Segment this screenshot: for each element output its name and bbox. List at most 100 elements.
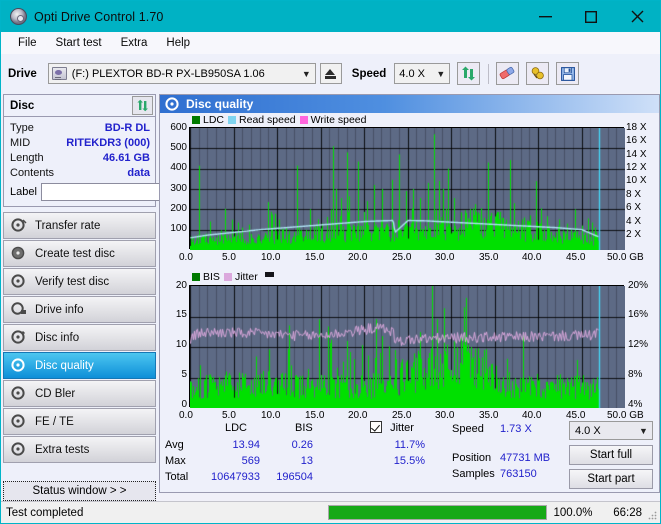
readout-speed-value: 1.73 X [500, 423, 532, 435]
panel-header: Disc quality [160, 95, 659, 113]
legend-label: Jitter [234, 271, 258, 283]
start-full-button[interactable]: Start full [569, 445, 653, 465]
eject-button[interactable] [319, 63, 342, 84]
disc-mid-label: MID [10, 136, 31, 149]
sidebar-item-disc-quality[interactable]: Disc quality [3, 352, 156, 379]
resize-grip-icon[interactable] [647, 510, 657, 520]
jitter-checkbox[interactable] [370, 421, 382, 433]
disc-quality-panel: Disc quality LDC Read speed Write speed … [159, 94, 660, 493]
tools-button[interactable] [526, 62, 550, 85]
stats-col-ldc-header: LDC [225, 422, 248, 434]
erase-button[interactable] [496, 62, 520, 85]
readout-position-value: 47731 MB [500, 452, 551, 464]
stats-row-avg-label: Avg [165, 439, 184, 451]
speed-label: Speed [351, 67, 387, 80]
menu-help[interactable]: Help [158, 35, 201, 51]
menu-extra[interactable]: Extra [113, 35, 159, 51]
sidebar-item-label: CD Bler [35, 387, 76, 400]
bot-y2tick-8pct: 8% [628, 369, 643, 380]
top-y2tick-18x: 18 X [626, 122, 647, 133]
disc-type-value: BD-R DL [104, 121, 150, 134]
jitter-checkbox-wrap[interactable]: Jitter [370, 421, 414, 434]
top-ytick-400: 400 [170, 162, 187, 173]
top-y2tick-14x: 14 X [626, 149, 647, 160]
sidebar-item-transfer-rate[interactable]: Transfer rate [3, 212, 156, 239]
sidebar-item-disc-info[interactable]: Disc info [3, 324, 156, 351]
refresh-button[interactable] [457, 62, 481, 85]
main-area: Disc Type BD-R DL MID RITEKDR3 (000) Len… [1, 93, 660, 501]
legend-swatch [192, 273, 200, 281]
top-chart-canvas [190, 128, 625, 250]
top-xtick-0: 0.0 [179, 252, 193, 263]
disc-length-value: 46.61 GB [102, 151, 150, 164]
top-ytick-100: 100 [170, 223, 187, 234]
menu-file[interactable]: File [10, 35, 48, 51]
sidebar-item-label: Drive info [35, 303, 84, 316]
bottom-chart-plot [189, 285, 625, 408]
stats-max-bis: 13 [300, 455, 313, 467]
top-ytick-600: 600 [170, 122, 187, 133]
drive-select[interactable]: (F:) PLEXTOR BD-R PX-LB950SA 1.06 ▼ [47, 63, 316, 84]
disc-label-row: Label [10, 182, 244, 202]
progress-percent: 100.0% [553, 506, 593, 519]
disc-scan-icon [11, 218, 28, 233]
stats-col-bis-header: BIS [295, 422, 313, 434]
top-y2tick-6x: 6 X [626, 202, 642, 213]
menu-start-test[interactable]: Start test [48, 35, 113, 51]
legend-write-speed: Write speed [299, 114, 367, 126]
disc-fete-icon [11, 414, 28, 429]
test-speed-select[interactable]: 4.0 X ▼ [569, 421, 653, 440]
bottom-chart-legend: BIS Jitter [192, 271, 274, 283]
start-part-button[interactable]: Start part [569, 469, 653, 489]
disc-quality-icon [11, 358, 28, 373]
sidebar-item-cd-bler[interactable]: CD Bler [3, 380, 156, 407]
stats-max-jitter: 15.5% [393, 455, 425, 467]
sidebar-item-drive-info[interactable]: Drive info [3, 296, 156, 323]
speed-select-value: 4.0 X [399, 67, 425, 80]
bot-y2tick-16pct: 16% [628, 309, 649, 320]
eject-icon [325, 68, 336, 75]
tools-icon [531, 67, 544, 80]
stats-avg-bis: 0.26 [291, 439, 313, 451]
jitter-label: Jitter [390, 422, 414, 434]
sidebar-item-fe-te[interactable]: FE / TE [3, 408, 156, 435]
legend-bis: BIS [192, 271, 220, 283]
sidebar-item-verify-test-disc[interactable]: Verify test disc [3, 268, 156, 295]
sidebar-item-label: Disc info [35, 331, 80, 344]
drive-icon [51, 67, 67, 80]
sidebar-item-label: Create test disc [35, 247, 115, 260]
legend-label: BIS [203, 271, 220, 283]
readout-position-label: Position [452, 452, 492, 464]
top-y2tick-16x: 16 X [626, 135, 647, 146]
sidebar: Disc Type BD-R DL MID RITEKDR3 (000) Len… [1, 93, 244, 501]
legend-swatch [223, 273, 232, 281]
drive-info-icon [11, 302, 28, 317]
stats-total-ldc: 10647933 [211, 471, 260, 483]
save-button[interactable] [556, 62, 580, 85]
top-xtick-25: 25.0 [392, 252, 412, 263]
status-window-button[interactable]: Status window > > [3, 481, 156, 501]
top-xtick-20: 20.0 [348, 252, 368, 263]
top-ytick-300: 300 [170, 183, 187, 194]
close-button[interactable] [614, 1, 660, 32]
top-xtick-35: 35.0 [479, 252, 499, 263]
top-xtick-40: 40.0 [522, 252, 542, 263]
speed-select[interactable]: 4.0 X ▼ [394, 63, 451, 84]
stats-area: LDC BIS Jitter Avg 13.94 0.26 11.7% Max … [160, 420, 659, 492]
bot-ytick-10: 10 [175, 339, 187, 350]
bottom-chart-canvas [190, 286, 625, 408]
stats-avg-jitter: 11.7% [394, 439, 425, 451]
sidebar-item-label: FE / TE [35, 415, 74, 428]
sidebar-item-extra-tests[interactable]: Extra tests [3, 436, 156, 463]
legend-jitter: Jitter [223, 271, 258, 283]
top-xtick-15: 15.0 [305, 252, 325, 263]
legend-read-speed: Read speed [228, 114, 296, 126]
disc-label-label: Label [10, 186, 37, 198]
sidebar-item-create-test-disc[interactable]: Create test disc [3, 240, 156, 267]
disc-refresh-button[interactable] [132, 96, 153, 115]
readout-samples-value: 763150 [500, 468, 537, 480]
minimize-button[interactable] [522, 1, 568, 32]
maximize-button[interactable] [568, 1, 614, 32]
readout-samples-label: Samples [452, 468, 495, 480]
top-y2tick-10x: 10 X [626, 175, 647, 186]
